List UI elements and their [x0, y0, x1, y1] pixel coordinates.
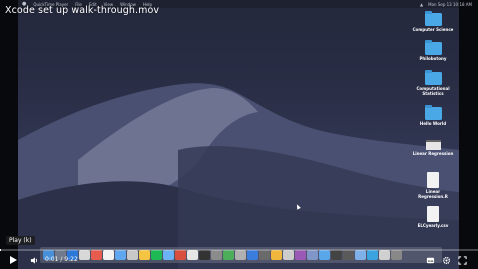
desktop-icon-label: Linear Regression — [412, 151, 454, 156]
subtitles-icon[interactable] — [426, 256, 435, 265]
folder-icon — [424, 40, 442, 55]
dock-app-icon[interactable] — [295, 249, 306, 261]
desktop-folder-philobotony[interactable]: Philobotony — [411, 40, 455, 62]
folder-icon — [424, 105, 442, 120]
letterbox-left — [0, 0, 18, 269]
play-icon[interactable] — [10, 256, 17, 264]
document-icon — [427, 172, 439, 188]
fullscreen-icon[interactable] — [458, 256, 467, 265]
desktop-file-elcyearly-csv[interactable]: ELCyearly.csv — [411, 206, 455, 229]
volume-icon[interactable] — [30, 256, 39, 265]
dock-app-icon[interactable] — [163, 249, 174, 261]
desktop-icon-label: Hello World — [419, 121, 447, 126]
dock-app-icon[interactable] — [355, 249, 366, 261]
dock-app-icon[interactable] — [331, 249, 342, 261]
desktop-icon-label: Philobotony — [419, 56, 447, 61]
desktop-icon-label: Computer Science — [412, 27, 454, 32]
video-player[interactable]: ● QuickTime Player File Edit View Window… — [0, 0, 478, 269]
dock-app-icon[interactable] — [79, 249, 90, 261]
dock-app-icon[interactable] — [187, 249, 198, 261]
video-title: Xcode set up walk-through.mov — [5, 5, 160, 16]
dock-app-icon[interactable] — [307, 249, 318, 261]
dock-app-icon[interactable] — [283, 249, 294, 261]
desktop-icon-label: ELCyearly.csv — [417, 223, 449, 228]
dock-app-icon[interactable] — [247, 249, 258, 261]
dock-app-icon[interactable] — [391, 249, 402, 261]
progress-bar-fill — [0, 249, 1, 251]
dock-app-icon[interactable] — [151, 249, 162, 261]
dock-app-icon[interactable] — [379, 249, 390, 261]
dock-app-icon[interactable] — [199, 249, 210, 261]
dock-app-icon[interactable] — [367, 249, 378, 261]
desktop-folder-computer-science[interactable]: Computer Science — [411, 11, 455, 33]
dock-app-icon[interactable] — [343, 249, 354, 261]
folder-icon — [424, 11, 442, 26]
dock-app-icon[interactable] — [223, 249, 234, 261]
dock-app-icon[interactable] — [259, 249, 270, 261]
desert-dunes-wallpaper — [18, 83, 459, 269]
wifi-icon[interactable]: ▲ — [420, 2, 423, 7]
desktop-icon-label: Computational Statistics — [416, 86, 450, 96]
desktop-folder-computational-statistics[interactable]: Computational Statistics — [411, 70, 455, 96]
playback-time: 0:01 / 9:22 — [45, 256, 78, 263]
dock-app-icon[interactable] — [139, 249, 150, 261]
desktop-file-linear-regression[interactable]: Linear Regression — [411, 140, 455, 157]
folder-icon — [424, 70, 442, 85]
menu-clock[interactable]: Mon Sep 13 10:18 AM — [428, 2, 472, 7]
dock-app-icon[interactable] — [235, 249, 246, 261]
dock-app-icon[interactable] — [271, 249, 282, 261]
letterbox-right — [459, 0, 478, 269]
desktop-icon-label: Linear Regression.R — [418, 189, 448, 199]
document-icon — [427, 206, 439, 222]
dock-app-icon[interactable] — [115, 249, 126, 261]
menu-bar-status: ▲ Mon Sep 13 10:18 AM — [420, 0, 472, 8]
dock-app-icon[interactable] — [319, 249, 330, 261]
dock-app-icon[interactable] — [127, 249, 138, 261]
dock-app-icon[interactable] — [175, 249, 186, 261]
desktop-file-linear-regression-r[interactable]: Linear Regression.R — [411, 172, 455, 199]
play-tooltip: Play (k) — [6, 236, 35, 245]
desktop-folder-hello-world[interactable]: Hello World — [411, 105, 455, 127]
dock-app-icon[interactable] — [211, 249, 222, 261]
progress-bar[interactable] — [0, 249, 478, 251]
document-icon — [425, 140, 441, 150]
settings-icon[interactable] — [442, 256, 451, 265]
dock-app-icon[interactable] — [91, 249, 102, 261]
dock-app-icon[interactable] — [103, 249, 114, 261]
